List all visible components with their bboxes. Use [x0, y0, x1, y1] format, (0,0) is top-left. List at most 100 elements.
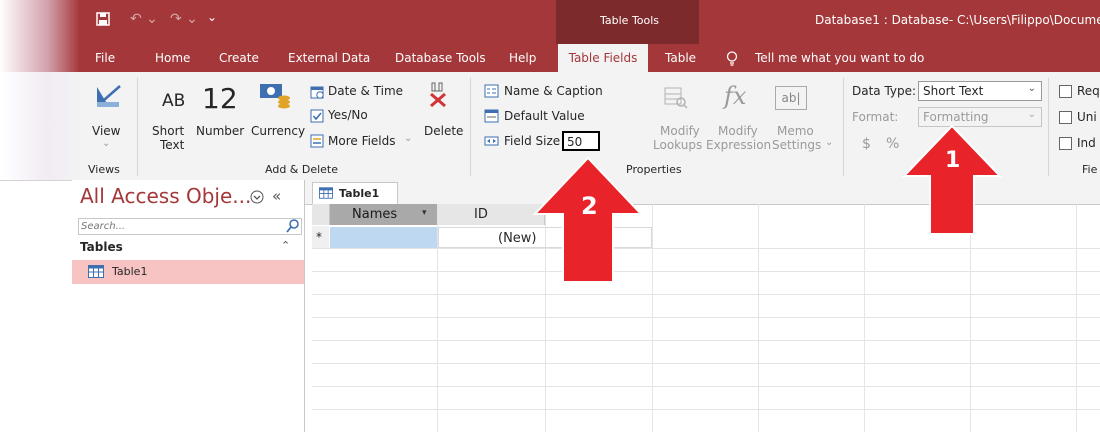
annotation-label-1: 1 [945, 148, 961, 173]
tab-home[interactable]: Home [155, 44, 190, 72]
name-caption-icon [484, 84, 499, 101]
checkbox-icon [310, 109, 324, 126]
new-record-id: (New) [498, 231, 537, 246]
modify-lookups-button[interactable]: Modify [660, 124, 700, 138]
currency-icon [258, 82, 292, 113]
number-icon: 12 [202, 82, 238, 115]
percent-format-button[interactable]: % [886, 136, 899, 152]
group-divider [137, 78, 138, 176]
document-tab-label: Table1 [339, 187, 380, 200]
modify-expression-icon: fx [724, 82, 747, 110]
default-value-icon [484, 109, 499, 126]
grid-line [312, 271, 1100, 272]
nav-item-label: Table1 [112, 265, 148, 278]
modify-lookups-icon [663, 84, 689, 113]
annotation-label-2: 2 [581, 192, 598, 220]
view-button[interactable]: View [92, 124, 120, 138]
more-fields-button[interactable]: More Fields [328, 134, 396, 148]
memo-settings-icon: ab| [775, 86, 807, 110]
row-selector[interactable]: * [312, 226, 329, 248]
delete-button[interactable]: Delete [424, 124, 463, 138]
tab-table-fields[interactable]: Table Fields [558, 44, 648, 72]
calendar-icon [310, 85, 324, 102]
collapse-nav-icon[interactable]: « [272, 187, 281, 205]
tab-table[interactable]: Table [665, 44, 696, 72]
grid-line [312, 317, 1100, 318]
short-text-icon: AB [162, 91, 186, 111]
memo-settings-chevron-icon: ⌄ [825, 137, 834, 148]
chevron-down-icon[interactable]: ▾ [422, 208, 427, 218]
left-edge-shading [0, 0, 80, 180]
tell-me-box[interactable]: Tell me what you want to do [755, 44, 924, 72]
nav-menu-icon[interactable] [250, 190, 264, 207]
modify-expression-line2: Expression [706, 138, 772, 152]
field-size-input[interactable]: 50 [562, 131, 600, 151]
indexed-checkbox[interactable] [1059, 137, 1072, 150]
tab-create[interactable]: Create [219, 44, 259, 72]
nav-item-table1[interactable]: Table1 [72, 260, 304, 284]
group-divider [843, 78, 844, 176]
grid-line [652, 204, 653, 432]
currency-format-button[interactable]: $ [862, 136, 871, 152]
tab-external-data[interactable]: External Data [288, 44, 370, 72]
undo-icon[interactable]: ↶ ⌄ [130, 11, 158, 27]
required-checkbox[interactable] [1059, 85, 1072, 98]
grid-line [1076, 204, 1077, 432]
save-icon[interactable] [96, 12, 110, 26]
cell-names[interactable] [330, 227, 437, 248]
tab-file[interactable]: File [95, 44, 115, 72]
modify-lookups-line2: Lookups [653, 138, 703, 152]
indexed-label: Ind [1077, 136, 1096, 150]
tab-help[interactable]: Help [509, 44, 536, 72]
default-value-button[interactable]: Default Value [504, 109, 585, 123]
field-size-label: Field Size [504, 134, 561, 148]
redo-icon[interactable]: ↷ ⌄ [170, 11, 198, 27]
format-label: Format: [852, 110, 899, 124]
grid-line [312, 409, 1100, 410]
yes-no-button[interactable]: Yes/No [328, 108, 368, 122]
name-caption-button[interactable]: Name & Caption [504, 84, 603, 98]
short-text-button[interactable]: Short [152, 124, 184, 138]
memo-settings-button[interactable]: Memo [777, 124, 814, 138]
modify-expression-button[interactable]: Modify [718, 124, 758, 138]
lightbulb-icon [726, 51, 738, 69]
customize-qat-icon[interactable]: ⌄ [207, 10, 217, 24]
group-divider [1048, 78, 1049, 176]
column-header-names[interactable]: Names ▾ [330, 204, 437, 225]
grid-line [312, 294, 1100, 295]
table-icon [88, 265, 104, 281]
currency-button[interactable]: Currency [251, 124, 305, 138]
data-type-label: Data Type: [852, 84, 917, 98]
document-tab-table1[interactable]: Table1 [312, 182, 398, 205]
nav-pane-title[interactable]: All Access Obje... [80, 184, 251, 208]
grid-line [758, 204, 759, 432]
tab-database-tools[interactable]: Database Tools [395, 44, 486, 72]
format-value: Formatting [923, 110, 989, 124]
collapse-section-icon[interactable]: ⌃ [281, 239, 290, 252]
unique-label: Uni [1077, 110, 1097, 124]
grid-line [312, 363, 1100, 364]
column-header-label: Names [352, 207, 398, 222]
select-all-corner[interactable] [312, 204, 330, 225]
short-text-button-line2: Text [160, 138, 185, 152]
grid-line [312, 340, 1100, 341]
search-icon[interactable] [286, 219, 299, 236]
annotation-arrow-2: 2 [532, 156, 644, 284]
unique-checkbox[interactable] [1059, 111, 1072, 124]
nav-section-tables[interactable]: Tables [80, 240, 123, 254]
field-size-icon [484, 134, 499, 151]
number-button[interactable]: Number [196, 124, 244, 138]
date-time-button[interactable]: Date & Time [328, 84, 403, 98]
required-label: Req [1077, 84, 1100, 98]
group-divider [470, 78, 471, 176]
column-header-label: ID [474, 207, 488, 222]
nav-search-field[interactable] [81, 219, 277, 233]
column-header-id[interactable]: ID [438, 204, 545, 225]
data-type-select[interactable]: Short Text ⌄ [918, 81, 1042, 101]
data-type-value: Short Text [923, 84, 984, 98]
nav-search-input[interactable] [78, 218, 302, 235]
memo-settings-line2: Settings [772, 138, 822, 152]
view-icon [94, 84, 124, 113]
view-dropdown-arrow[interactable]: ⌄ [102, 138, 110, 149]
more-fields-icon [310, 134, 324, 151]
